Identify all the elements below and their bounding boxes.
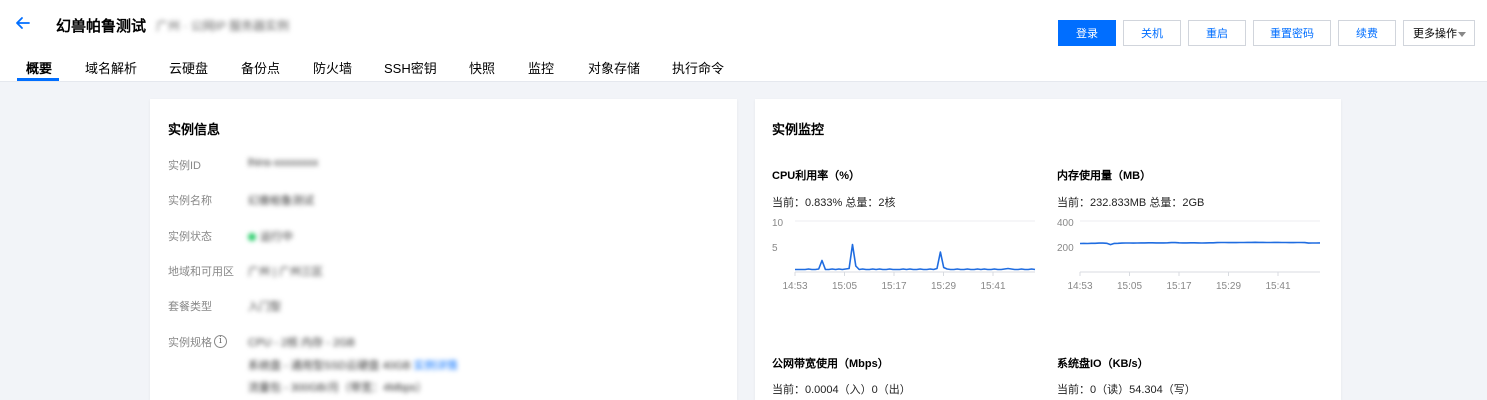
cpu-chart-x-tick-label: 15:17 xyxy=(881,281,906,292)
tab-snapshot[interactable]: 快照 xyxy=(469,58,495,77)
spec-detail-link[interactable]: 实例详情 xyxy=(414,360,458,372)
more-actions-dropdown[interactable]: 更多操作 xyxy=(1403,20,1475,46)
disk-write-label: （写） xyxy=(1162,384,1196,396)
top-bar: 幻兽帕鲁测试 广州 · 公网IP 服务器实例 登录 关机 重启 重置密码 续费 … xyxy=(0,0,1487,82)
disk-read-label: （读） xyxy=(1096,384,1130,396)
bandwidth-usage-title: 公网带宽使用（Mbps） xyxy=(772,358,889,370)
caret-down-icon xyxy=(1458,32,1466,37)
tab-ssh-key[interactable]: SSH密钥 xyxy=(384,58,437,77)
memory-chart-x-tick-label: 15:41 xyxy=(1265,281,1290,292)
instance-spec-traffic: 流量包 - 300GB/月（带宽：4Mbps） xyxy=(248,382,428,394)
region-value: 广州 | 广州三区 xyxy=(248,266,323,278)
instance-spec-disk: 系统盘 - 通用型SSD云硬盘 40GB 实例详情 xyxy=(248,357,458,373)
tab-object-storage[interactable]: 对象存储 xyxy=(588,58,640,77)
tab-monitor[interactable]: 监控 xyxy=(528,58,554,77)
page-title: 幻兽帕鲁测试 xyxy=(56,18,147,35)
more-actions-label: 更多操作 xyxy=(1413,28,1457,40)
cpu-chart-x-tick-label: 14:53 xyxy=(782,281,807,292)
page-subtitle: 广州 · 公网IP 服务器实例 xyxy=(156,19,290,33)
memory-usage-stat: 当前：232.833MB 总量：2GB xyxy=(1057,194,1204,210)
instance-spec-value: CPU - 2核 内存 - 2GB xyxy=(248,337,355,349)
instance-name-label: 实例名称 xyxy=(168,195,212,207)
region-label: 地域和可用区 xyxy=(168,266,234,278)
instance-id-label: 实例ID xyxy=(168,160,201,172)
memory-chart-y-tick-label: 400 xyxy=(1057,218,1074,229)
spec-disk-text: 系统盘 - 通用型SSD云硬盘 40GB xyxy=(248,360,411,372)
bandwidth-in-value: 0.0004 xyxy=(805,384,839,396)
instance-info-title: 实例信息 xyxy=(168,122,221,137)
info-icon[interactable]: i xyxy=(214,335,227,348)
instance-monitor-title: 实例监控 xyxy=(772,122,825,137)
tab-firewall[interactable]: 防火墙 xyxy=(313,58,352,77)
instance-name-value: 幻兽帕鲁测试 xyxy=(248,195,314,207)
memory-chart-series-line xyxy=(1079,241,1321,246)
instance-monitor-card: 实例监控 CPU利用率（%） 当前：0.833% 总量：2核 5 10 14:53 1… xyxy=(755,99,1341,400)
plan-type-label: 套餐类型 xyxy=(168,301,212,313)
active-tab-indicator xyxy=(17,78,59,81)
memory-current-label: 当前： xyxy=(1057,197,1090,209)
disk-current-label: 当前： xyxy=(1057,384,1090,396)
tab-backup[interactable]: 备份点 xyxy=(241,58,280,77)
status-dot xyxy=(248,233,256,242)
cpu-usage-chart[interactable]: 5 10 14:53 15:05 15:17 15:29 15:41 xyxy=(768,217,1043,297)
cpu-usage-stat: 当前：0.833% 总量：2核 xyxy=(772,194,896,210)
instance-info-card: 实例信息 实例ID lhins-xxxxxxxx 实例名称 幻兽帕鲁测试 实例状… xyxy=(150,99,737,400)
cpu-chart-x-tick-label: 15:05 xyxy=(832,281,857,292)
cpu-chart-x-tick-label: 15:41 xyxy=(980,281,1005,292)
memory-usage-chart[interactable]: 200 400 14:53 15:05 15:17 15:29 15:41 xyxy=(1053,217,1328,297)
cpu-current-value: 0.833% xyxy=(805,197,843,209)
instance-status-text: 运行中 xyxy=(260,231,293,243)
cpu-total-value: 2核 xyxy=(878,197,896,209)
cpu-chart-x-tick-label: 15:29 xyxy=(931,281,956,292)
memory-chart-x-tick-label: 15:05 xyxy=(1117,281,1142,292)
memory-total-value: 2GB xyxy=(1182,197,1205,209)
instance-status-value: 运行中 xyxy=(248,228,293,244)
reset-password-button[interactable]: 重置密码 xyxy=(1253,20,1331,46)
instance-status-label: 实例状态 xyxy=(168,231,212,243)
bandwidth-out-label: （出） xyxy=(877,384,911,396)
cpu-current-label: 当前： xyxy=(772,197,805,209)
shutdown-button[interactable]: 关机 xyxy=(1123,20,1181,46)
memory-chart-y-tick-label: 200 xyxy=(1057,243,1074,254)
back-arrow-icon[interactable] xyxy=(14,14,32,32)
cpu-usage-title: CPU利用率（%） xyxy=(772,170,861,182)
restart-button[interactable]: 重启 xyxy=(1188,20,1246,46)
instance-spec-label: 实例规格 xyxy=(168,337,212,349)
bandwidth-in-label: （入） xyxy=(838,384,872,396)
bandwidth-current-label: 当前： xyxy=(772,384,805,396)
plan-type-value: 入门型 xyxy=(248,301,281,313)
cpu-total-label: 总量： xyxy=(845,197,879,209)
instance-id-value: lhins-xxxxxxxx xyxy=(248,157,319,169)
tab-domain[interactable]: 域名解析 xyxy=(85,58,137,77)
cpu-chart-series-line xyxy=(795,243,1036,271)
bandwidth-usage-stat: 当前：0.0004（入）0（出） xyxy=(772,381,911,397)
renew-button[interactable]: 续费 xyxy=(1338,20,1396,46)
cpu-chart-y-tick-label: 5 xyxy=(772,243,778,254)
disk-write-value: 54.304 xyxy=(1129,384,1163,396)
cpu-chart-y-tick-label: 10 xyxy=(772,218,784,229)
memory-total-label: 总量： xyxy=(1149,197,1183,209)
disk-io-stat: 当前：0（读）54.304（写） xyxy=(1057,381,1196,397)
tab-overview[interactable]: 概要 xyxy=(26,58,52,77)
disk-io-title: 系统盘IO（KB/s） xyxy=(1057,358,1149,370)
memory-current-value: 232.833MB xyxy=(1090,197,1147,209)
tab-cloud-disk[interactable]: 云硬盘 xyxy=(169,58,208,77)
memory-chart-x-tick-label: 14:53 xyxy=(1067,281,1092,292)
login-button[interactable]: 登录 xyxy=(1058,20,1116,46)
memory-chart-x-tick-label: 15:29 xyxy=(1216,281,1241,292)
memory-usage-title: 内存使用量（MB） xyxy=(1057,170,1152,182)
memory-chart-x-tick-label: 15:17 xyxy=(1166,281,1191,292)
tab-execute-command[interactable]: 执行命令 xyxy=(672,58,724,77)
